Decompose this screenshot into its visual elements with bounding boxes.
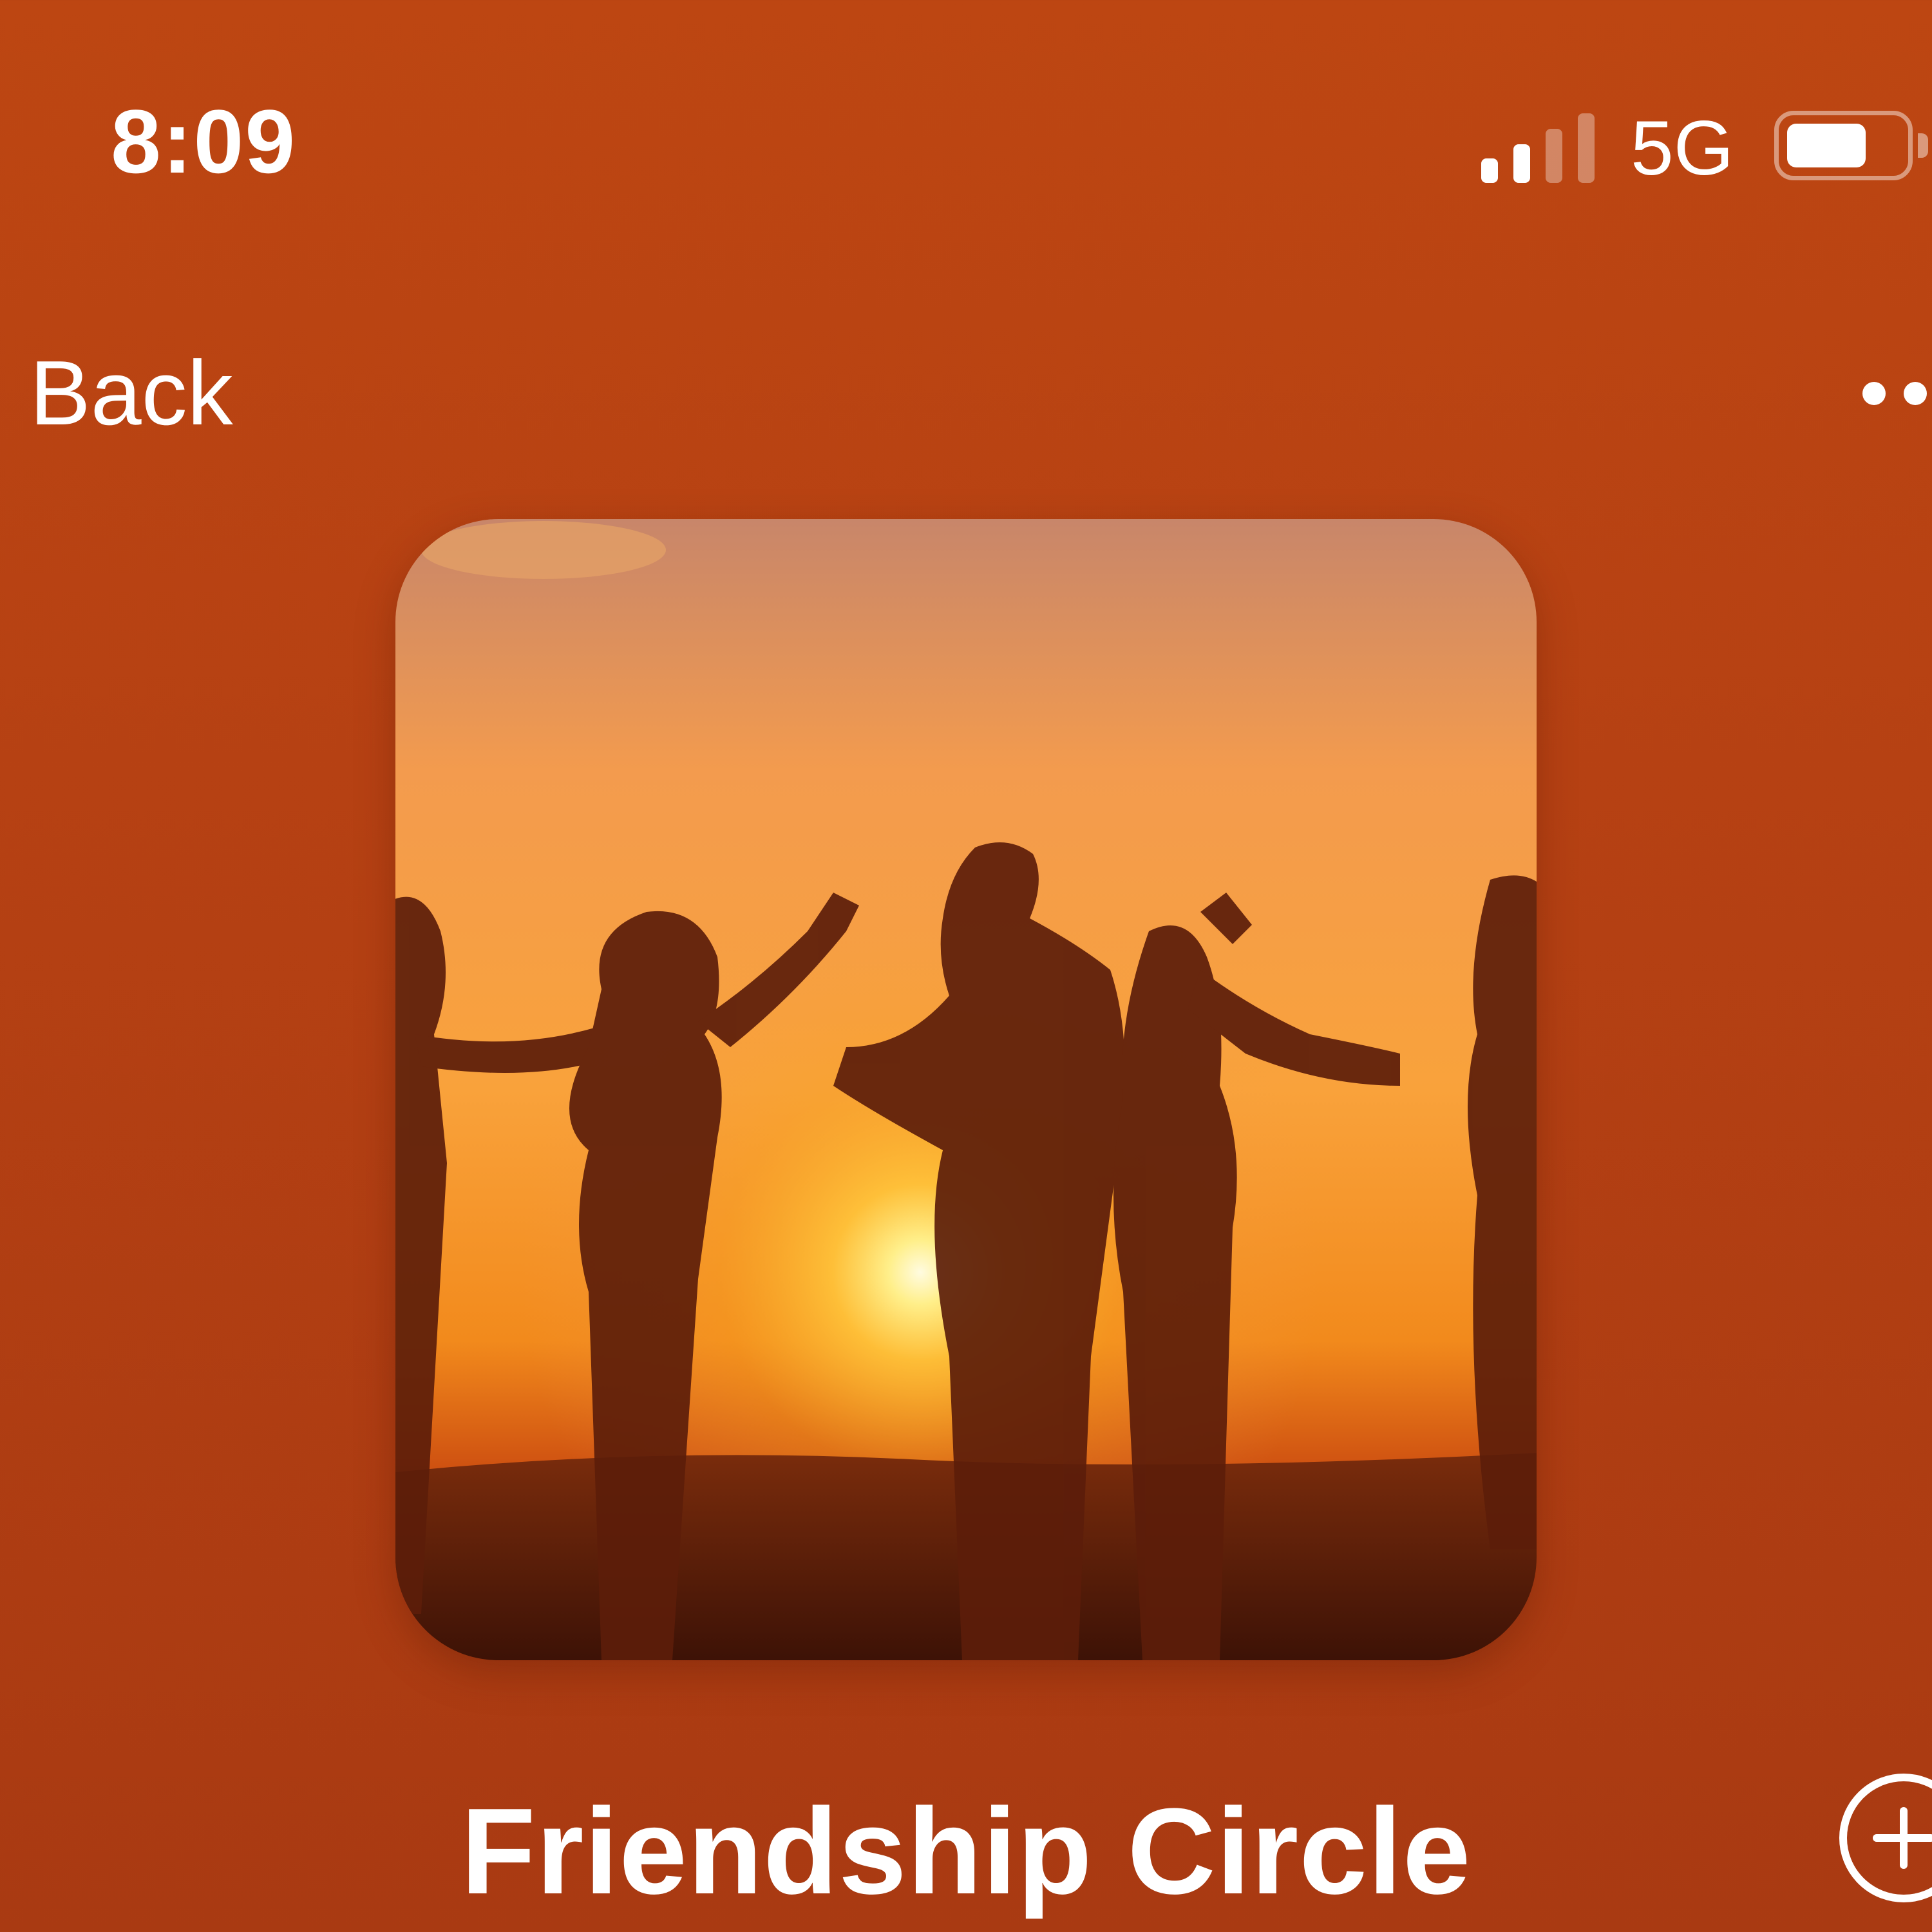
battery-icon [1774, 111, 1913, 180]
signal-icon [1481, 111, 1595, 183]
signal-bar [1546, 129, 1562, 183]
artwork-illustration [395, 519, 1537, 1660]
signal-bar [1578, 113, 1595, 183]
battery-level [1787, 124, 1866, 167]
signal-bar [1513, 144, 1530, 183]
playlist-title: Friendship Circle [460, 1783, 1472, 1920]
plus-vertical [1900, 1807, 1908, 1869]
battery-tip [1918, 133, 1928, 158]
status-time: 8:09 [111, 91, 297, 192]
network-label: 5G [1631, 105, 1734, 191]
more-dot [1862, 382, 1886, 405]
back-button[interactable]: Back [30, 348, 233, 439]
artwork-image[interactable] [395, 519, 1537, 1660]
signal-bar [1481, 158, 1498, 183]
more-icon[interactable] [1855, 377, 1932, 409]
more-dot [1904, 382, 1927, 405]
